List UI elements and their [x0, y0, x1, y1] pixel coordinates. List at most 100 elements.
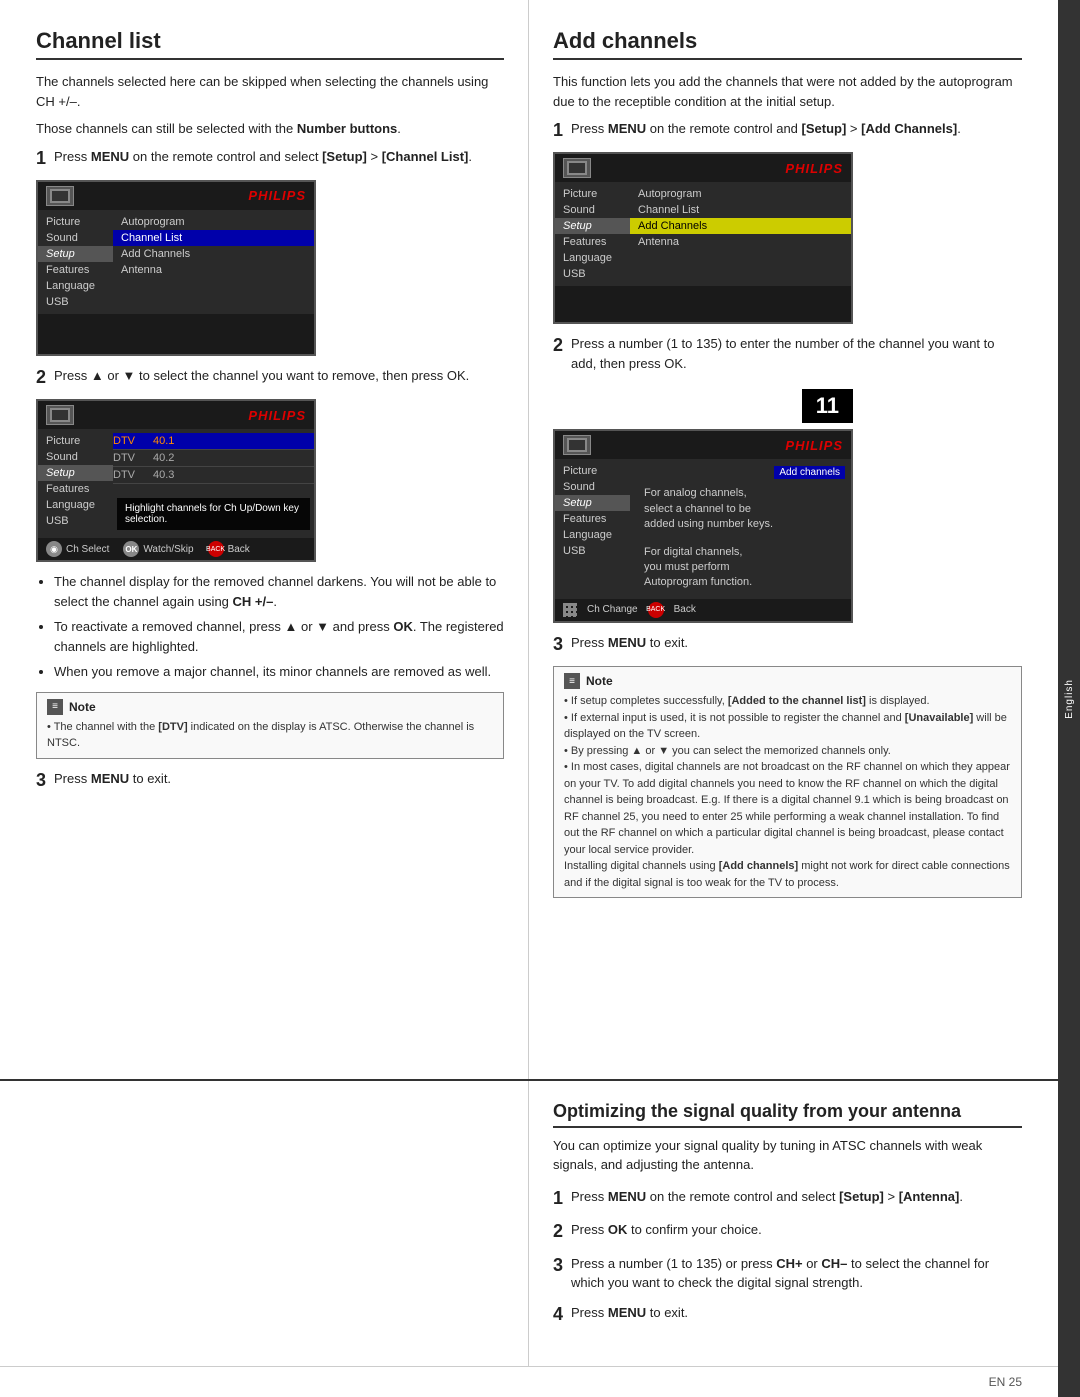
ch-change-bar: Ch Change BACK Back — [555, 599, 851, 621]
tv-menu-add-1: Picture Sound Setup Features Language US… — [555, 182, 851, 286]
note-label-2: Note — [586, 674, 613, 688]
dtv-num-1: 40.1 — [153, 435, 174, 447]
channel-list-note: ≡ Note • The channel with the [DTV] indi… — [36, 692, 504, 759]
bullet-2: To reactivate a removed channel, press ▲… — [54, 617, 504, 656]
add2-menu-usb: USB — [555, 543, 630, 559]
tooltip-text: Highlight channels for Ch Up/Down key se… — [125, 503, 299, 525]
right-addchannels-1: Add Channels — [113, 246, 314, 262]
note-header-1: ≡ Note — [47, 699, 493, 715]
tv-menu-1: Picture Sound Setup Features Language US… — [38, 210, 314, 314]
channel-list-title: Channel list — [36, 28, 504, 60]
two-columns: Channel list The channels selected here … — [0, 0, 1058, 1079]
circle-icon: ◉ — [46, 541, 62, 557]
opt-step1: 1 Press MENU on the remote control and s… — [553, 1187, 1022, 1210]
page: Channel list The channels selected here … — [0, 0, 1080, 1397]
tv-menu-left-2: Picture Sound Setup Features Language US… — [38, 429, 113, 538]
menu-item-features-1: Features — [38, 262, 113, 278]
optimize-title: Optimizing the signal quality from your … — [553, 1101, 1022, 1128]
tv-screen-add-2-header: PHILIPS — [555, 431, 851, 459]
tv-icon-add-2 — [563, 435, 591, 455]
menu-item-setup-1: Setup — [38, 246, 113, 262]
tv-screen-add-1: PHILIPS Picture Sound Setup Features Lan… — [553, 152, 853, 324]
add-menu-features: Features — [555, 234, 630, 250]
ch-select-btn: ◉ Ch Select — [46, 541, 109, 557]
bottom-section: Optimizing the signal quality from your … — [0, 1079, 1058, 1366]
dtv-label-1: DTV — [113, 435, 153, 447]
add-channels-section: Add channels This function lets you add … — [529, 0, 1058, 1079]
menu-item-sound-2: Sound — [38, 449, 113, 465]
ch-select-label: Ch Select — [66, 544, 109, 555]
ok-icon: OK — [123, 541, 139, 557]
note-header-2: ≡ Note — [564, 673, 1011, 689]
optimize-left — [0, 1081, 529, 1366]
tv-bottom-bar-2: ◉ Ch Select OK Watch/Skip BACK Back — [38, 538, 314, 560]
add-step1-text: Press MENU on the remote control and [Se… — [571, 119, 1022, 139]
right-channellist-1: Channel List — [113, 230, 314, 246]
optimize-right: Optimizing the signal quality from your … — [529, 1081, 1058, 1366]
opt-step3-num: 3 — [553, 1254, 563, 1277]
watch-skip-label: Watch/Skip — [143, 544, 193, 555]
optimize-intro: You can optimize your signal quality by … — [553, 1136, 1022, 1175]
opt-step1-num: 1 — [553, 1187, 563, 1210]
add2-menu-sound: Sound — [555, 479, 630, 495]
tv-menu-right-1: Autoprogram Channel List Add Channels An… — [113, 210, 314, 314]
add2-menu-features: Features — [555, 511, 630, 527]
philips-logo-1: PHILIPS — [248, 188, 306, 203]
number-display-11: 11 — [802, 389, 853, 423]
add-step2-num: 2 — [553, 334, 563, 357]
grid-icon — [563, 603, 577, 617]
channel-list-section: Channel list The channels selected here … — [0, 0, 529, 1079]
main-content: Channel list The channels selected here … — [0, 0, 1058, 1397]
philips-logo-add-1: PHILIPS — [785, 161, 843, 176]
page-number: EN 25 — [989, 1375, 1022, 1389]
opt-step2: 2 Press OK to confirm your choice. — [553, 1220, 1022, 1243]
for-analog-text: For analog channels,select a channel to … — [636, 482, 845, 536]
tv-screen-1-header: PHILIPS — [38, 182, 314, 210]
add-step3-block: 3 Press MENU to exit. — [553, 633, 1022, 656]
dtv-label-2: DTV — [113, 452, 153, 464]
channel-list-bullets: The channel display for the removed chan… — [54, 572, 504, 682]
step2-block: 2 Press ▲ or ▼ to select the channel you… — [36, 366, 504, 389]
tv-icon-add-1 — [563, 158, 591, 178]
side-tab-text: English — [1064, 679, 1075, 719]
back-icon-1: BACK — [208, 541, 224, 557]
add-channels-note: ≡ Note • If setup completes successfully… — [553, 666, 1022, 898]
opt-step1-text: Press MENU on the remote control and sel… — [571, 1187, 1022, 1207]
add2-menu-setup: Setup — [555, 495, 630, 511]
add-step1-block: 1 Press MENU on the remote control and [… — [553, 119, 1022, 142]
tv-menu-right-add-1: Autoprogram Channel List Add Channels An… — [630, 182, 851, 286]
tv-menu-right-2: DTV 40.1 DTV 40.2 DTV 40.3 — [113, 429, 314, 538]
menu-item-sound-1: Sound — [38, 230, 113, 246]
for-digital-text: For digital channels,you must performAut… — [636, 541, 845, 595]
step2-num: 2 — [36, 366, 46, 389]
back-label-2: Back — [674, 604, 696, 615]
step3-text-left: Press MENU to exit. — [54, 769, 504, 789]
add-menu-usb: USB — [555, 266, 630, 282]
tv-screen-2-header: PHILIPS — [38, 401, 314, 429]
tv-screen-2: PHILIPS Picture Sound Setup Features Lan… — [36, 399, 316, 562]
opt-step2-num: 2 — [553, 1220, 563, 1243]
tv-menu-right-add-2: Add channels For analog channels,select … — [630, 459, 851, 598]
menu-item-language-1: Language — [38, 278, 113, 294]
back-label-1: Back — [228, 544, 250, 555]
tv-icon-2 — [46, 405, 74, 425]
channel-list-intro2: Those channels can still be selected wit… — [36, 119, 504, 139]
dtv-row-2: DTV 40.2 — [113, 450, 314, 467]
dtv-num-3: 40.3 — [153, 469, 174, 481]
bullet-3: When you remove a major channel, its min… — [54, 662, 504, 682]
add-right-addchannels: Add Channels — [630, 218, 851, 234]
menu-item-usb-1: USB — [38, 294, 113, 310]
add-menu-picture: Picture — [555, 186, 630, 202]
back-btn-1: BACK Back — [208, 541, 250, 557]
dtv-row-3: DTV 40.3 — [113, 467, 314, 484]
add-step3-num: 3 — [553, 633, 563, 656]
add-channels-intro: This function lets you add the channels … — [553, 72, 1022, 111]
dtv-row-1: DTV 40.1 — [113, 433, 314, 450]
add-step1-num: 1 — [553, 119, 563, 142]
dtv-label-3: DTV — [113, 469, 153, 481]
philips-logo-add-2: PHILIPS — [785, 438, 843, 453]
note-text-1: • The channel with the [DTV] indicated o… — [47, 719, 493, 752]
philips-logo-2: PHILIPS — [248, 408, 306, 423]
add-step3-text: Press MENU to exit. — [571, 633, 1022, 653]
opt-step3-text: Press a number (1 to 135) or press CH+ o… — [571, 1254, 1022, 1293]
